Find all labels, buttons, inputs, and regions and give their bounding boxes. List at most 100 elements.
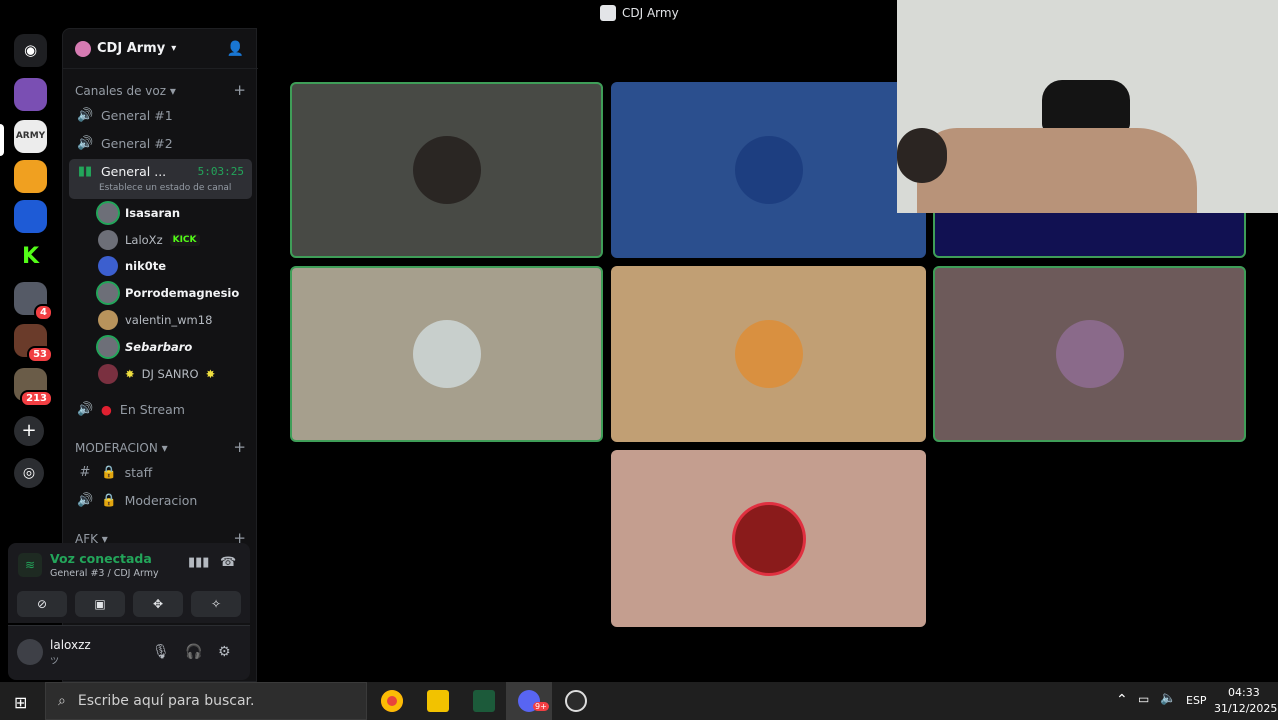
avatar — [98, 310, 118, 330]
participant-tile[interactable] — [611, 82, 926, 258]
speaker-icon: 🔊 — [77, 135, 94, 151]
participant-avatar — [734, 136, 803, 204]
avatar — [98, 283, 118, 303]
mention-badge: 213 — [20, 390, 53, 407]
participant-avatar — [734, 320, 803, 388]
soundboard-button[interactable]: ✧ — [191, 591, 241, 617]
user-custom-status: ツ — [50, 657, 60, 667]
voice-channel-stream[interactable]: 🔊 ● En Stream — [69, 395, 252, 423]
clock-date[interactable]: 31/12/2025 — [1214, 702, 1277, 715]
voice-member[interactable]: ✸ DJ SANRO ✸ — [98, 362, 215, 386]
clock-time[interactable]: 04:33 — [1228, 686, 1260, 699]
server-icon[interactable]: 4 — [14, 282, 53, 321]
participant-tile[interactable] — [290, 266, 603, 442]
speaker-icon: 🔊 — [77, 492, 94, 508]
voice-channel-general-2[interactable]: 🔊 General #2 — [69, 129, 252, 157]
microphone-icon[interactable]: 🎙 — [152, 644, 170, 660]
voice-status[interactable]: Voz conectada — [50, 551, 152, 566]
chevron-down-icon: ▾ — [171, 43, 177, 54]
windows-start-icon[interactable]: ⊞ — [14, 693, 27, 712]
server-icon[interactable] — [14, 160, 47, 193]
mention-badge: 4 — [34, 304, 53, 321]
voice-connection-panel: ≋ Voz conectada General #3 / CDJ Army ▮▮… — [8, 543, 250, 623]
mention-badge: 53 — [27, 346, 53, 363]
signal-icon[interactable]: ≋ — [18, 553, 42, 577]
category-moderacion[interactable]: MODERACION ▾ — [75, 441, 168, 455]
participant-tile[interactable] — [611, 450, 926, 627]
chair — [1042, 80, 1130, 132]
voice-member[interactable]: valentin_wm18 — [98, 308, 212, 332]
noise-suppression-icon[interactable]: ▮▮▮ — [188, 555, 209, 570]
voice-channel-path: General #3 / CDJ Army — [50, 568, 159, 579]
file-explorer-icon[interactable] — [427, 690, 449, 712]
add-channel-icon[interactable]: + — [233, 81, 246, 99]
chrome-icon[interactable] — [381, 690, 403, 712]
hashtag-icon: # — [79, 464, 91, 480]
notification-badge: 9+ — [533, 702, 549, 711]
server-icon[interactable] — [14, 78, 47, 111]
avatar — [98, 364, 118, 384]
app-logo-icon — [600, 5, 616, 21]
voice-member[interactable]: Porrodemagnesio — [98, 281, 239, 305]
channel-status[interactable]: Establece un estado de canal — [99, 183, 231, 193]
add-channel-icon[interactable]: + — [233, 438, 246, 456]
participant-avatar — [412, 320, 481, 388]
person-head — [897, 128, 947, 183]
person — [917, 128, 1197, 213]
avatar — [98, 256, 118, 276]
user-panel: laloxzz ツ 🎙 🎧 ⚙ — [8, 625, 250, 680]
participant-tile[interactable] — [290, 82, 603, 258]
server-icon[interactable] — [14, 200, 47, 233]
participant-avatar — [1055, 320, 1124, 388]
voice-active-icon: ▮▮ — [77, 164, 93, 179]
server-icon-kick[interactable]: K — [14, 240, 47, 273]
webcam-overlay — [897, 0, 1278, 213]
participant-avatar — [412, 136, 481, 204]
voice-member[interactable]: nik0te — [98, 254, 166, 278]
search-icon: ⌕ — [58, 693, 66, 709]
app-icon[interactable] — [473, 690, 495, 712]
kick-badge: KICK — [169, 234, 200, 246]
discover-icon[interactable]: ◎ — [14, 458, 44, 488]
voice-member[interactable]: Isasaran — [98, 201, 180, 225]
discord-home-icon[interactable]: ◉ — [14, 34, 47, 67]
camera-off-button[interactable]: ⊘ — [17, 591, 67, 617]
guild-name: CDJ Army — [97, 41, 166, 56]
server-icon[interactable]: 53 — [14, 324, 53, 363]
add-server-icon[interactable]: + — [14, 416, 44, 446]
category-voice[interactable]: Canales de voz ▾ — [75, 84, 176, 98]
server-icon-army[interactable]: ARMY — [14, 120, 47, 153]
guild-icon — [75, 40, 91, 57]
settings-gear-icon[interactable]: ⚙ — [218, 644, 231, 660]
user-avatar[interactable] — [17, 639, 43, 665]
avatar — [98, 230, 118, 250]
text-channel-staff[interactable]: # 🔒 staff — [69, 458, 252, 486]
voice-member[interactable]: LaloXz KICK — [98, 228, 200, 252]
avatar — [98, 203, 118, 223]
server-icon[interactable]: 213 — [14, 368, 53, 407]
language-indicator[interactable]: ESP — [1186, 694, 1207, 707]
participant-tile[interactable] — [611, 266, 926, 442]
windows-taskbar: ⊞ ⌕ Escribe aquí para buscar. 9+ ⌃ ▭ 🔈 ES… — [0, 682, 1278, 720]
activities-button[interactable]: ✥ — [133, 591, 183, 617]
network-icon[interactable]: ▭ — [1138, 692, 1149, 706]
discord-taskbar-item[interactable]: 9+ — [506, 682, 552, 720]
disconnect-icon[interactable]: ☎ — [220, 555, 236, 570]
invite-user-icon[interactable]: 👤 — [227, 41, 244, 57]
participant-tile[interactable] — [933, 266, 1246, 442]
speaker-icon: 🔊 — [77, 401, 94, 417]
voice-channel-general-3[interactable]: ▮▮ General ... 5:03:25 Establece un esta… — [69, 159, 252, 199]
share-screen-button[interactable]: ▣ — [75, 591, 125, 617]
avatar — [98, 337, 118, 357]
headphones-icon[interactable]: 🎧 — [185, 644, 202, 660]
obs-icon[interactable] — [565, 690, 587, 712]
speaker-icon: 🔊 — [77, 107, 94, 123]
username: laloxzz — [50, 638, 91, 652]
taskbar-search[interactable]: ⌕ Escribe aquí para buscar. — [45, 682, 367, 720]
volume-icon[interactable]: 🔈 — [1160, 691, 1176, 706]
chevron-up-icon[interactable]: ⌃ — [1116, 692, 1128, 708]
voice-channel-moderacion[interactable]: 🔊 🔒 Moderacion — [69, 486, 252, 514]
voice-channel-general-1[interactable]: 🔊 General #1 — [69, 101, 252, 129]
guild-header[interactable]: CDJ Army ▾ 👤 — [63, 29, 258, 69]
voice-member[interactable]: Sebarbaro — [98, 335, 192, 359]
